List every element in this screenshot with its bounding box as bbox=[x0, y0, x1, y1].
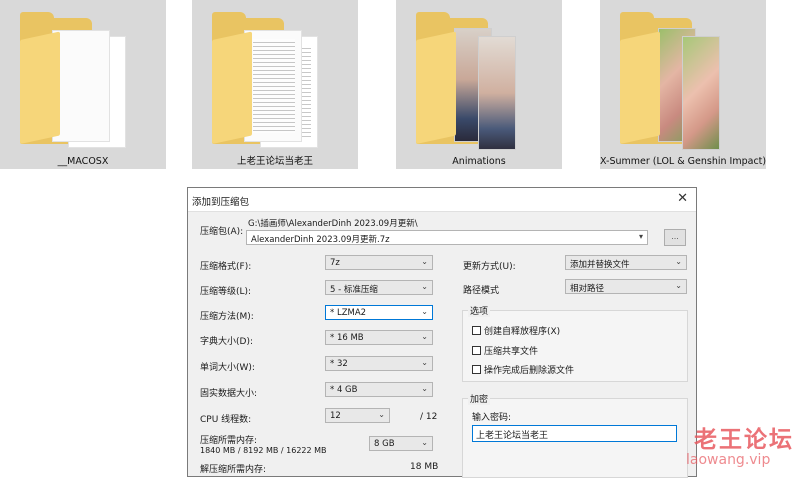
password-label: 输入密码: bbox=[472, 413, 512, 423]
update-mode-value: 添加并替换文件 bbox=[570, 260, 630, 270]
sfx-checkbox[interactable]: 创建自释放程序(X) bbox=[472, 324, 560, 337]
folder-icon bbox=[416, 12, 516, 150]
shared-files-checkbox-label: 压缩共享文件 bbox=[484, 347, 539, 357]
folder-icon bbox=[620, 12, 720, 150]
add-to-archive-dialog: 添加到压缩包 ✕ 压缩包(A): G:\插画师\AlexanderDinh 20… bbox=[187, 187, 697, 478]
chevron-down-icon: ⌄ bbox=[421, 332, 428, 341]
folder-name: Animations bbox=[452, 156, 506, 167]
chevron-down-icon: ⌄ bbox=[378, 410, 385, 419]
folder-tile-macosx[interactable]: __MACOSX bbox=[0, 0, 166, 169]
memory-combo[interactable]: 8 GB ⌄ bbox=[369, 436, 433, 451]
solid-size-combo[interactable]: * 4 GB ⌄ bbox=[325, 382, 433, 397]
word-size-combo[interactable]: * 32 ⌄ bbox=[325, 356, 433, 371]
memory-detail: 1840 MB / 8192 MB / 16222 MB bbox=[200, 446, 327, 455]
path-mode-value: 相对路径 bbox=[570, 284, 605, 294]
sfx-checkbox-label: 创建自释放程序(X) bbox=[484, 327, 561, 337]
folder-icon bbox=[20, 12, 126, 148]
decompress-memory-value: 18 MB bbox=[410, 462, 439, 472]
solid-size-label: 固实数据大小: bbox=[200, 389, 258, 399]
format-value: 7z bbox=[330, 258, 340, 268]
format-label: 压缩格式(F): bbox=[200, 262, 252, 272]
path-mode-label: 路径模式 bbox=[463, 286, 500, 296]
cpu-threads-value: 12 bbox=[330, 411, 341, 421]
dialog-titlebar: 添加到压缩包 ✕ bbox=[188, 188, 696, 212]
chevron-down-icon: ⌄ bbox=[421, 307, 428, 316]
watermark-logo-text: 老王论坛 bbox=[694, 427, 794, 453]
folder-tile-x-summer[interactable]: X-Summer (LOL & Genshin Impact) bbox=[600, 0, 766, 169]
dialog-title: 添加到压缩包 bbox=[192, 197, 250, 208]
chevron-down-icon: ⌄ bbox=[421, 438, 428, 447]
path-mode-combo[interactable]: 相对路径 ⌄ bbox=[565, 279, 687, 294]
checkbox-icon[interactable] bbox=[472, 346, 481, 355]
memory-value: 8 GB bbox=[374, 439, 395, 449]
decompress-memory-label: 解压缩所需内存: bbox=[200, 465, 267, 475]
memory-label: 压缩所需内存: bbox=[200, 436, 258, 446]
cpu-threads-total: / 12 bbox=[420, 412, 438, 422]
encryption-title: 加密 bbox=[468, 392, 491, 405]
chevron-down-icon: ⌄ bbox=[421, 257, 428, 266]
archive-path: G:\插画师\AlexanderDinh 2023.09月更新\ bbox=[248, 219, 418, 229]
folder-name: 上老王论坛当老王 bbox=[236, 156, 313, 167]
delete-after-checkbox-label: 操作完成后删除源文件 bbox=[484, 366, 575, 376]
chevron-down-icon: ⌄ bbox=[421, 384, 428, 393]
word-size-label: 单词大小(W): bbox=[200, 363, 255, 373]
options-title: 选项 bbox=[468, 304, 491, 317]
folder-icon bbox=[212, 12, 318, 148]
cpu-threads-combo[interactable]: 12 ⌄ bbox=[325, 408, 390, 423]
folder-name: X-Summer (LOL & Genshin Impact) bbox=[600, 156, 766, 167]
format-combo[interactable]: 7z ⌄ bbox=[325, 255, 433, 270]
folder-tile-laowang[interactable]: 上老王论坛当老王 bbox=[192, 0, 358, 169]
thumbnail-image bbox=[682, 36, 720, 150]
method-value: * LZMA2 bbox=[330, 308, 367, 318]
chevron-down-icon: ⌄ bbox=[421, 358, 428, 367]
level-value: 5 - 标准压缩 bbox=[330, 285, 378, 295]
level-combo[interactable]: 5 - 标准压缩 ⌄ bbox=[325, 280, 433, 295]
archive-label: 压缩包(A): bbox=[200, 227, 244, 237]
shared-files-checkbox[interactable]: 压缩共享文件 bbox=[472, 344, 538, 357]
folder-name: __MACOSX bbox=[57, 156, 109, 167]
word-size-value: * 32 bbox=[330, 359, 348, 369]
password-input[interactable]: 上老王论坛当老王 bbox=[472, 425, 677, 442]
cpu-threads-label: CPU 线程数: bbox=[200, 415, 252, 425]
browse-button[interactable]: ... bbox=[664, 229, 686, 246]
dictionary-value: * 16 MB bbox=[330, 333, 364, 343]
chevron-down-icon: ⌄ bbox=[675, 257, 682, 266]
method-combo[interactable]: * LZMA2 ⌄ bbox=[325, 305, 433, 320]
delete-after-checkbox[interactable]: 操作完成后删除源文件 bbox=[472, 363, 574, 376]
folder-tile-animations[interactable]: Animations bbox=[396, 0, 562, 169]
checkbox-icon[interactable] bbox=[472, 365, 481, 374]
chevron-down-icon: ⌄ bbox=[675, 281, 682, 290]
archive-name-combo[interactable]: AlexanderDinh 2023.09月更新.7z ▾ bbox=[246, 230, 648, 245]
chevron-down-icon: ⌄ bbox=[421, 282, 428, 291]
solid-size-value: * 4 GB bbox=[330, 385, 358, 395]
archive-name-value: AlexanderDinh 2023.09月更新.7z bbox=[251, 235, 390, 245]
watermark-url: laowang.vip bbox=[686, 452, 771, 468]
method-label: 压缩方法(M): bbox=[200, 312, 254, 322]
chevron-down-icon[interactable]: ▾ bbox=[639, 232, 643, 241]
level-label: 压缩等级(L): bbox=[200, 287, 252, 297]
dictionary-label: 字典大小(D): bbox=[200, 337, 253, 347]
dictionary-combo[interactable]: * 16 MB ⌄ bbox=[325, 330, 433, 345]
update-mode-label: 更新方式(U): bbox=[463, 262, 516, 272]
thumbnail-image bbox=[478, 36, 516, 150]
close-icon[interactable]: ✕ bbox=[677, 191, 688, 206]
checkbox-icon[interactable] bbox=[472, 326, 481, 335]
update-mode-combo[interactable]: 添加并替换文件 ⌄ bbox=[565, 255, 687, 270]
